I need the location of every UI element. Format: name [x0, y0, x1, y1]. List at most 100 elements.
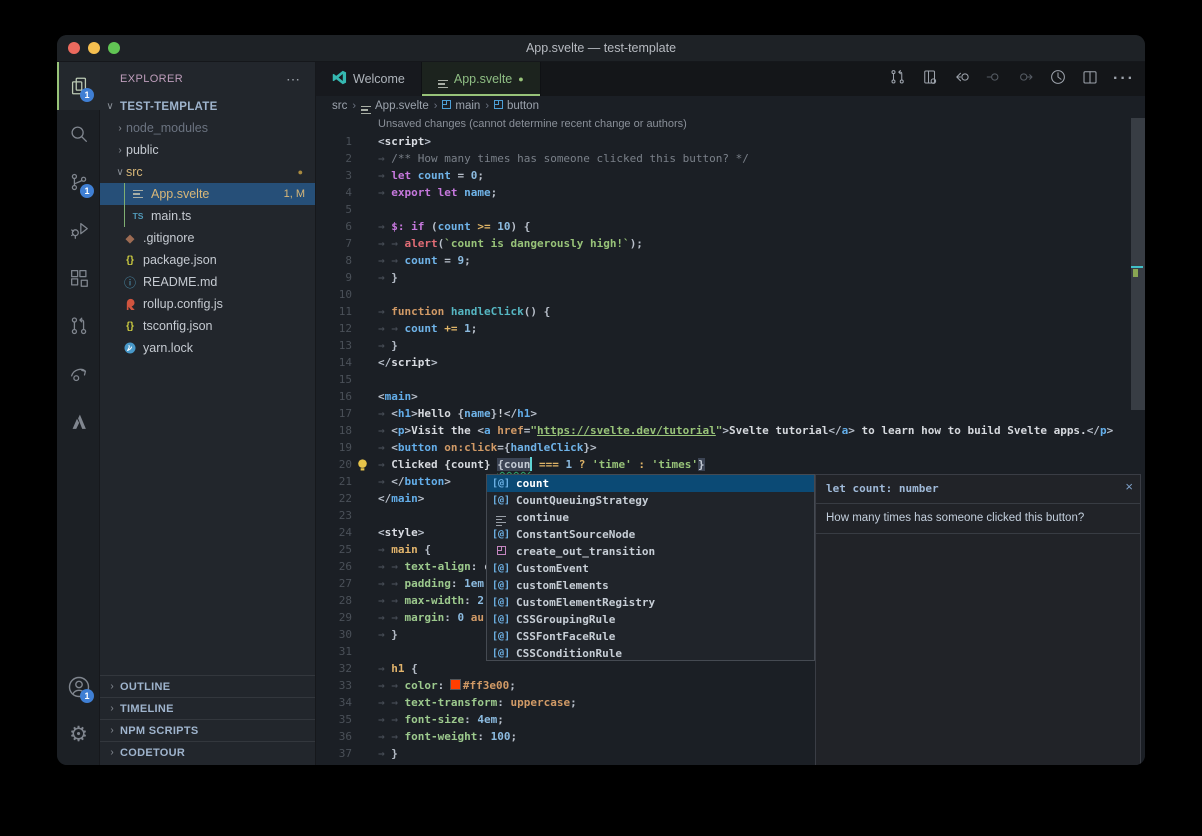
suggest-item-CSSConditionRule[interactable]: [@]CSSConditionRule: [487, 645, 814, 662]
prev-nav-icon[interactable]: [985, 68, 1003, 91]
code-line-1[interactable]: 1<script>: [316, 133, 1145, 150]
line-number: 12: [316, 320, 352, 337]
code-text: <script>: [378, 133, 431, 150]
tree-item-yarn.lock[interactable]: yarn.lock: [100, 337, 315, 359]
symbol-module-icon: [490, 546, 512, 558]
code-line-9[interactable]: 9→ }: [316, 269, 1145, 286]
code-line-15[interactable]: 15: [316, 371, 1145, 388]
activitybar-item-search[interactable]: [57, 110, 100, 158]
chevron-right-icon: ›: [106, 747, 118, 758]
breadcrumb-item-main[interactable]: main: [442, 100, 480, 112]
more-actions-icon[interactable]: ···: [1113, 70, 1135, 88]
tree-item-tsconfig.json[interactable]: {}tsconfig.json: [100, 315, 315, 337]
tree-item-App.svelte[interactable]: App.svelte1, M: [100, 183, 315, 205]
code-line-20[interactable]: 20→ Clicked {count} {coun === 1 ? 'time'…: [316, 456, 1145, 473]
sidebar-panel-timeline[interactable]: ›TIMELINE: [100, 697, 315, 719]
line-number: 23: [316, 507, 352, 524]
breadcrumb-label: main: [455, 100, 480, 112]
breadcrumb-item-src[interactable]: src: [332, 100, 347, 112]
sidebar-panel-npm-scripts[interactable]: ›NPM SCRIPTS: [100, 719, 315, 741]
activitybar-item-accounts[interactable]: 1: [57, 663, 100, 711]
tab-app-svelte[interactable]: App.svelte●: [422, 62, 541, 96]
sidebar-panel-codetour[interactable]: ›CODETOUR: [100, 741, 315, 763]
code-line-13[interactable]: 13→ }: [316, 337, 1145, 354]
code-line-7[interactable]: 7→ → alert(`count is dangerously high!`)…: [316, 235, 1145, 252]
code-line-2[interactable]: 2→ /** How many times has someone clicke…: [316, 150, 1145, 167]
editor-pane[interactable]: Unsaved changes (cannot determine recent…: [316, 116, 1145, 765]
code-line-11[interactable]: 11→ function handleClick() {: [316, 303, 1145, 320]
sidebar-panel-outline[interactable]: ›OUTLINE: [100, 675, 315, 697]
suggest-item-CSSGroupingRule[interactable]: [@] CSSGroupingRule: [487, 611, 814, 628]
line-number: 35: [316, 711, 352, 728]
suggest-item-customElements[interactable]: [@]customElements: [487, 577, 814, 594]
file-label: package.json: [143, 253, 217, 267]
code-text: → main {: [378, 541, 431, 558]
tree-item-package.json[interactable]: {}package.json: [100, 249, 315, 271]
code-line-3[interactable]: 3→ let count = 0;: [316, 167, 1145, 184]
line-number: 27: [316, 575, 352, 592]
symbol-variable-icon: [@]: [490, 614, 512, 625]
run-file-icon[interactable]: [1049, 68, 1067, 91]
code-text: <main>: [378, 388, 418, 405]
suggest-item-create_out_transition[interactable]: create_out_transition: [487, 543, 814, 560]
suggest-item-CustomElementRegistry[interactable]: [@]CustomElementRegistry: [487, 594, 814, 611]
code-line-6[interactable]: 6→ $: if (count >= 10) {: [316, 218, 1145, 235]
symbol-variable-icon: [@]: [490, 597, 512, 608]
tree-item-README.md[interactable]: ⓘREADME.md: [100, 271, 315, 293]
code-line-8[interactable]: 8→ → count = 9;: [316, 252, 1145, 269]
tree-item-main.ts[interactable]: TSmain.ts: [100, 205, 315, 227]
line-number: 20: [316, 456, 352, 473]
modified-dot: ●: [518, 74, 523, 84]
activitybar-item-azure[interactable]: [57, 398, 100, 446]
editor-scrollbar[interactable]: [1131, 118, 1145, 410]
activitybar-item-explorer[interactable]: 1: [57, 62, 100, 110]
more-actions-icon[interactable]: ⋯: [286, 71, 301, 88]
badge: 1: [80, 88, 94, 102]
symbol-icon: [494, 100, 503, 112]
next-nav-icon[interactable]: [1017, 68, 1035, 91]
code-line-5[interactable]: 5: [316, 201, 1145, 218]
code-line-17[interactable]: 17→ <h1>Hello {name}!</h1>: [316, 405, 1145, 422]
open-changes-icon[interactable]: [921, 68, 939, 91]
code-line-10[interactable]: 10: [316, 286, 1145, 303]
activitybar-item-source-control[interactable]: 1: [57, 158, 100, 206]
suggest-item-CustomEvent[interactable]: [@]CustomEvent: [487, 560, 814, 577]
suggest-label: CSSGroupingRule: [516, 613, 615, 626]
activitybar-item-github-pr[interactable]: [57, 302, 100, 350]
suggest-item-CSSFontFaceRule[interactable]: [@]CSSFontFaceRule: [487, 628, 814, 645]
suggest-item-CountQueuingStrategy[interactable]: [@]CountQueuingStrategy: [487, 492, 814, 509]
tree-item-.gitignore[interactable]: ◆.gitignore: [100, 227, 315, 249]
breadcrumb-item-app-svelte[interactable]: App.svelte: [361, 98, 429, 114]
suggest-item-ConstantSourceNode[interactable]: [@]ConstantSourceNode: [487, 526, 814, 543]
tree-item-src[interactable]: ∨src●: [100, 161, 315, 183]
code-line-14[interactable]: 14</script>: [316, 354, 1145, 371]
activitybar-item-live-share[interactable]: [57, 350, 100, 398]
activitybar-item-extensions[interactable]: [57, 254, 100, 302]
code-line-16[interactable]: 16<main>: [316, 388, 1145, 405]
source-control-compare-icon[interactable]: [889, 68, 907, 91]
project-root-row[interactable]: ∨ TEST-TEMPLATE: [100, 96, 315, 117]
code-line-12[interactable]: 12→ → count += 1;: [316, 320, 1145, 337]
suggest-item-continue[interactable]: continue: [487, 509, 814, 526]
suggest-label: customElements: [516, 579, 609, 592]
breadcrumb-item-button[interactable]: button: [494, 100, 539, 112]
line-number: 33: [316, 677, 352, 694]
svelte-file-icon: [130, 190, 146, 199]
code-line-19[interactable]: 19→ <button on:click={handleClick}>: [316, 439, 1145, 456]
code-line-4[interactable]: 4→ export let name;: [316, 184, 1145, 201]
activitybar-item-settings[interactable]: ⚙: [57, 711, 100, 759]
split-editor-icon[interactable]: [1081, 68, 1099, 91]
activitybar-item-run-debug[interactable]: [57, 206, 100, 254]
tree-item-rollup.config.js[interactable]: rollup.config.js: [100, 293, 315, 315]
code-line-18[interactable]: 18→ <p>Visit the <a href="https://svelte…: [316, 422, 1145, 439]
tree-item-node_modules[interactable]: ›node_modules: [100, 117, 315, 139]
tab-welcome[interactable]: Welcome: [316, 62, 422, 96]
line-number: 15: [316, 371, 352, 388]
close-icon[interactable]: ×: [1125, 479, 1133, 494]
titlebar[interactable]: App.svelte — test-template: [57, 35, 1145, 62]
prev-change-icon[interactable]: [953, 68, 971, 91]
tree-item-public[interactable]: ›public: [100, 139, 315, 161]
suggest-label: ConstantSourceNode: [516, 528, 635, 541]
suggest-item-count[interactable]: [@]count: [487, 475, 814, 492]
chevron-right-icon: ›: [106, 703, 118, 714]
